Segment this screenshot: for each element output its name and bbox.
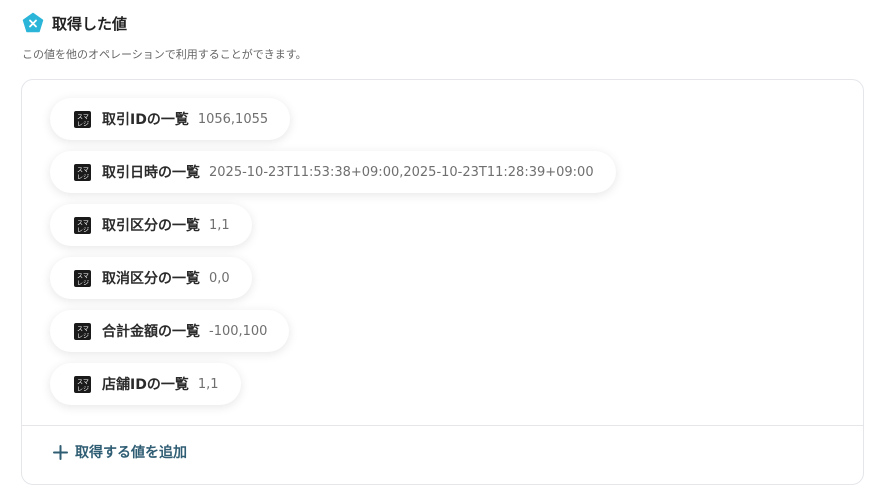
- chip-value: 1,1: [197, 376, 219, 392]
- smaregi-app-icon: スマ レジ: [74, 110, 91, 128]
- chip-label: 取消区分の一覧: [102, 271, 200, 287]
- value-chip-transaction-ids[interactable]: スマ レジ 取引IDの一覧 1056,1055: [50, 98, 291, 140]
- section-title: 取得した値: [52, 14, 128, 33]
- svg-text:スマ: スマ: [77, 379, 89, 386]
- svg-text:スマ: スマ: [77, 273, 89, 280]
- chip-value: 2025-10-23T11:53:38+09:00,2025-10-23T11:…: [209, 164, 594, 180]
- plus-icon: [52, 444, 69, 461]
- panel-divider: [22, 425, 863, 426]
- chip-label: 取引区分の一覧: [102, 218, 200, 234]
- smaregi-app-icon: スマ レジ: [74, 375, 91, 393]
- smaregi-app-icon: スマ レジ: [74, 322, 91, 340]
- svg-text:レジ: レジ: [77, 280, 89, 287]
- svg-text:スマ: スマ: [77, 326, 89, 333]
- value-chip-total-amounts[interactable]: スマ レジ 合計金額の一覧 -100,100: [50, 310, 290, 352]
- smaregi-app-icon: スマ レジ: [74, 216, 91, 234]
- svg-text:レジ: レジ: [77, 333, 89, 340]
- yoom-pentagon-icon: [22, 12, 44, 34]
- chip-value: 1056,1055: [197, 111, 269, 127]
- chip-label: 合計金額の一覧: [102, 324, 200, 340]
- smaregi-app-icon: スマ レジ: [74, 269, 91, 287]
- chip-value: -100,100: [209, 323, 268, 339]
- section-description: この値を他のオペレーションで利用することができます。: [22, 48, 307, 61]
- add-value-label: 取得する値を追加: [75, 445, 187, 461]
- chip-label: 取引日時の一覧: [102, 165, 200, 181]
- svg-text:スマ: スマ: [77, 167, 89, 174]
- value-chip-transaction-types[interactable]: スマ レジ 取引区分の一覧 1,1: [50, 204, 252, 246]
- chip-label: 店舗IDの一覧: [102, 377, 189, 393]
- svg-text:レジ: レジ: [77, 174, 89, 181]
- chip-label: 取引IDの一覧: [102, 112, 189, 128]
- section-header: 取得した値: [22, 12, 127, 34]
- add-value-button[interactable]: 取得する値を追加: [52, 442, 187, 462]
- svg-text:スマ: スマ: [77, 114, 89, 121]
- svg-text:レジ: レジ: [77, 121, 89, 128]
- svg-text:スマ: スマ: [77, 220, 89, 227]
- value-chip-store-ids[interactable]: スマ レジ 店舗IDの一覧 1,1: [50, 363, 241, 405]
- value-chip-cancel-types[interactable]: スマ レジ 取消区分の一覧 0,0: [50, 257, 252, 299]
- values-panel: スマ レジ 取引IDの一覧 1056,1055 スマ レジ 取引日時の一覧 2025…: [21, 79, 864, 485]
- smaregi-app-icon: スマ レジ: [74, 163, 91, 181]
- chip-value: 0,0: [209, 270, 230, 286]
- svg-text:レジ: レジ: [77, 227, 89, 234]
- svg-text:レジ: レジ: [77, 386, 89, 393]
- value-chip-transaction-datetimes[interactable]: スマ レジ 取引日時の一覧 2025-10-23T11:53:38+09:00,2…: [50, 151, 616, 193]
- chip-value: 1,1: [209, 217, 230, 233]
